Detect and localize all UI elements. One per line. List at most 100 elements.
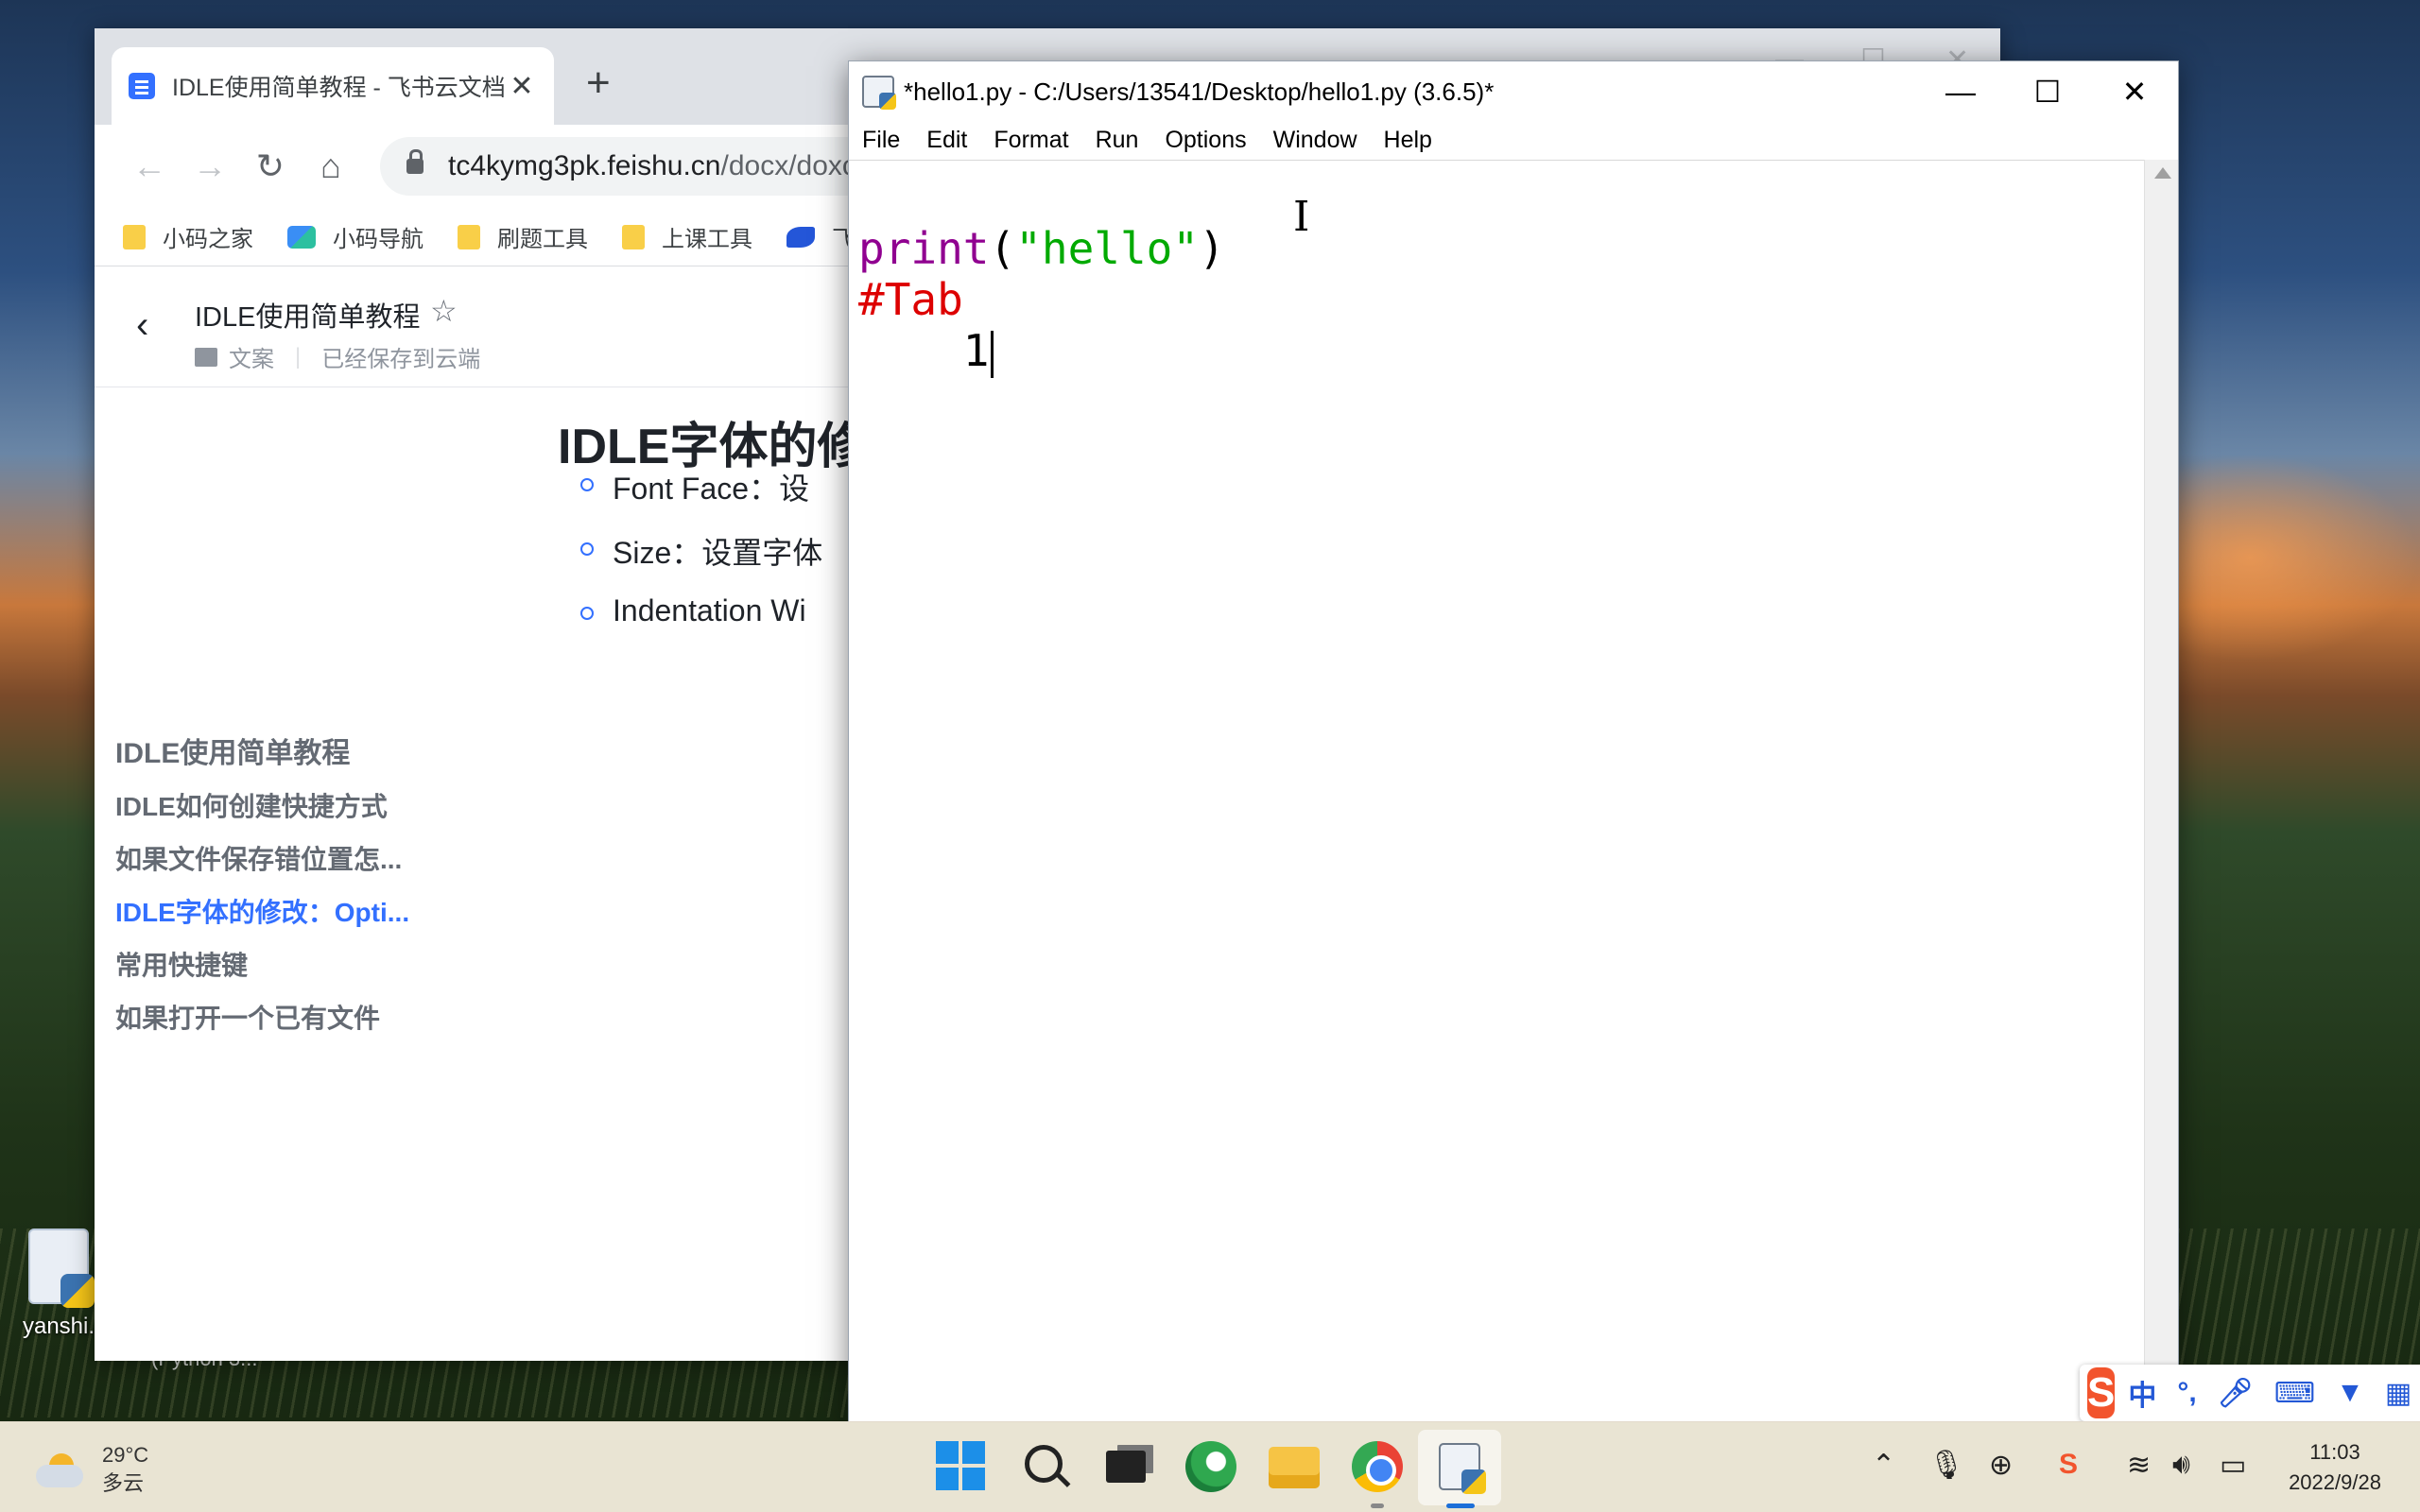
folder-icon: [458, 224, 480, 249]
menu-options[interactable]: Options: [1165, 127, 1246, 154]
menu-file[interactable]: File: [862, 127, 900, 154]
folder-icon: [622, 224, 645, 249]
clock-date: 2022/9/28: [2289, 1470, 2381, 1494]
lock-icon[interactable]: [406, 149, 424, 174]
code-editor[interactable]: print("hello") #Tab 1: [849, 160, 2146, 1422]
back-arrow-icon[interactable]: ←: [119, 146, 180, 186]
doc-folder[interactable]: 文案: [229, 340, 274, 373]
sogou-logo-icon[interactable]: S: [2087, 1367, 2116, 1418]
python-file-icon: [28, 1228, 95, 1308]
input-method-icon[interactable]: ⊕: [1989, 1449, 2013, 1482]
bookmark-label: 刷题工具: [497, 227, 588, 252]
desktop-icon-yanshi[interactable]: yanshi.: [21, 1228, 96, 1340]
menu-help[interactable]: Help: [1384, 127, 1432, 154]
toc-item[interactable]: 如果文件保存错位置怎...: [115, 833, 409, 886]
microphone-icon[interactable]: 🎤︎: [2218, 1377, 2254, 1410]
menu-format[interactable]: Format: [994, 127, 1068, 154]
weather-temp: 29°C: [102, 1443, 149, 1467]
minimize-icon[interactable]: —: [1917, 61, 2004, 122]
chevron-left-icon[interactable]: ‹: [136, 304, 148, 347]
battery-icon[interactable]: ▭: [2220, 1449, 2246, 1482]
home-icon[interactable]: ⌂: [301, 146, 361, 186]
toc-item[interactable]: IDLE如何创建快捷方式: [115, 781, 409, 833]
navigation-site-icon: [287, 225, 316, 249]
forward-arrow-icon[interactable]: →: [180, 146, 240, 186]
windows-start-icon[interactable]: [936, 1441, 987, 1492]
folder-icon: [195, 347, 217, 367]
tab-title: IDLE使用简单教程 - 飞书云文档: [172, 75, 506, 101]
toc-item[interactable]: 常用快捷键: [115, 939, 409, 992]
scroll-up-arrow-icon[interactable]: [2154, 167, 2171, 179]
doc-outline: IDLE使用简单教程 IDLE如何创建快捷方式 如果文件保存错位置怎... ID…: [115, 728, 409, 1045]
feishu-icon: [786, 226, 815, 248]
feishu-doc-icon: [129, 73, 155, 99]
task-view-icon[interactable]: [1106, 1451, 1146, 1483]
code-string: "hello": [1015, 223, 1200, 274]
toc-item-active[interactable]: IDLE字体的修改：Opti...: [115, 886, 409, 939]
doc-title: IDLE使用简单教程: [195, 302, 421, 333]
tab-feishu-doc[interactable]: IDLE使用简单教程 - 飞书云文档 ✕: [112, 47, 554, 125]
bookmark-label: 小码之家: [163, 227, 253, 252]
search-icon[interactable]: [1025, 1445, 1063, 1483]
code-line-1: print("hello"): [858, 223, 1225, 274]
folder-icon: [123, 224, 146, 249]
keyboard-icon[interactable]: ⌨: [2274, 1377, 2315, 1410]
bookmark-xiaoma-home[interactable]: 小码之家: [123, 220, 253, 253]
weather-widget[interactable]: 29°C 多云: [36, 1441, 148, 1498]
menu-edit[interactable]: Edit: [926, 127, 967, 154]
idle-app-icon: [862, 76, 896, 110]
clock-time: 11:03: [2309, 1440, 2360, 1464]
ime-toolbar: S 中 °, 🎤︎ ⌨ ▼ ▦: [2080, 1365, 2420, 1421]
reload-icon[interactable]: ↻: [240, 146, 301, 186]
ime-punctuation-toggle[interactable]: °,: [2177, 1377, 2196, 1409]
chevron-up-icon[interactable]: ⌃: [1872, 1449, 1895, 1482]
desktop-icon-label: yanshi.: [22, 1314, 95, 1339]
close-icon[interactable]: ✕: [2091, 61, 2178, 122]
code-line-2: #Tab: [858, 274, 963, 325]
grid-menu-icon[interactable]: ▦: [2385, 1377, 2411, 1410]
tab-close-icon[interactable]: ✕: [507, 70, 537, 103]
file-explorer-icon[interactable]: [1269, 1447, 1320, 1488]
wifi-icon[interactable]: ≋: [2127, 1449, 2151, 1482]
bookmark-xiaoma-nav[interactable]: 小码导航: [287, 220, 424, 253]
sogou-tray-icon[interactable]: S: [2059, 1449, 2078, 1481]
code-comment: #Tab: [858, 274, 963, 325]
microphone-icon[interactable]: 🎙︎: [1928, 1449, 1964, 1482]
bookmark-practice-tools[interactable]: 刷题工具: [458, 220, 588, 253]
bookmark-label: 小码导航: [333, 227, 424, 252]
system-clock[interactable]: 11:03 2022/9/28: [2269, 1437, 2401, 1498]
edge-browser-icon[interactable]: [1185, 1441, 1236, 1492]
toc-item[interactable]: IDLE使用简单教程: [115, 728, 409, 781]
menu-run[interactable]: Run: [1096, 127, 1139, 154]
skin-shirt-icon[interactable]: ▼: [2336, 1377, 2364, 1409]
url-path: /docx/doxcr: [720, 150, 866, 181]
code-paren: ): [1199, 223, 1225, 274]
new-tab-button[interactable]: +: [586, 62, 611, 104]
running-indicator: [1371, 1503, 1384, 1508]
menu-window[interactable]: Window: [1273, 127, 1357, 154]
code-paren: (: [989, 223, 1016, 274]
doc-meta: 文案 | 已经保存到云端: [195, 340, 480, 373]
text-caret: [991, 330, 994, 378]
doc-bullet: Font Face：设: [579, 465, 809, 508]
chrome-icon[interactable]: [1352, 1441, 1403, 1492]
url-host: tc4kymg3pk.feishu.cn: [448, 150, 721, 181]
bookmark-class-tools[interactable]: 上课工具: [622, 220, 752, 253]
meta-divider: |: [295, 343, 302, 369]
idle-titlebar[interactable]: *hello1.py - C:/Users/13541/Desktop/hell…: [849, 61, 2178, 122]
active-indicator: [1446, 1503, 1475, 1508]
idle-menubar: File Edit Format Run Options Window Help: [849, 122, 2178, 158]
bookmark-feishu[interactable]: 飞: [786, 220, 855, 253]
star-icon[interactable]: ☆: [430, 293, 458, 329]
python-idle-taskbar-icon[interactable]: [1439, 1443, 1486, 1494]
maximize-icon[interactable]: ☐: [2004, 61, 2091, 122]
ime-mode-toggle[interactable]: 中: [2128, 1372, 2156, 1414]
vertical-scrollbar[interactable]: [2144, 160, 2178, 1422]
idle-editor-window: *hello1.py - C:/Users/13541/Desktop/hell…: [848, 60, 2179, 1422]
idle-window-title: *hello1.py - C:/Users/13541/Desktop/hell…: [904, 77, 1495, 106]
weather-desc: 多云: [102, 1471, 145, 1495]
toc-item[interactable]: 如果打开一个已有文件: [115, 992, 409, 1045]
code-line-3: 1: [858, 325, 994, 378]
volume-icon[interactable]: 🔊︎: [2172, 1449, 2190, 1481]
